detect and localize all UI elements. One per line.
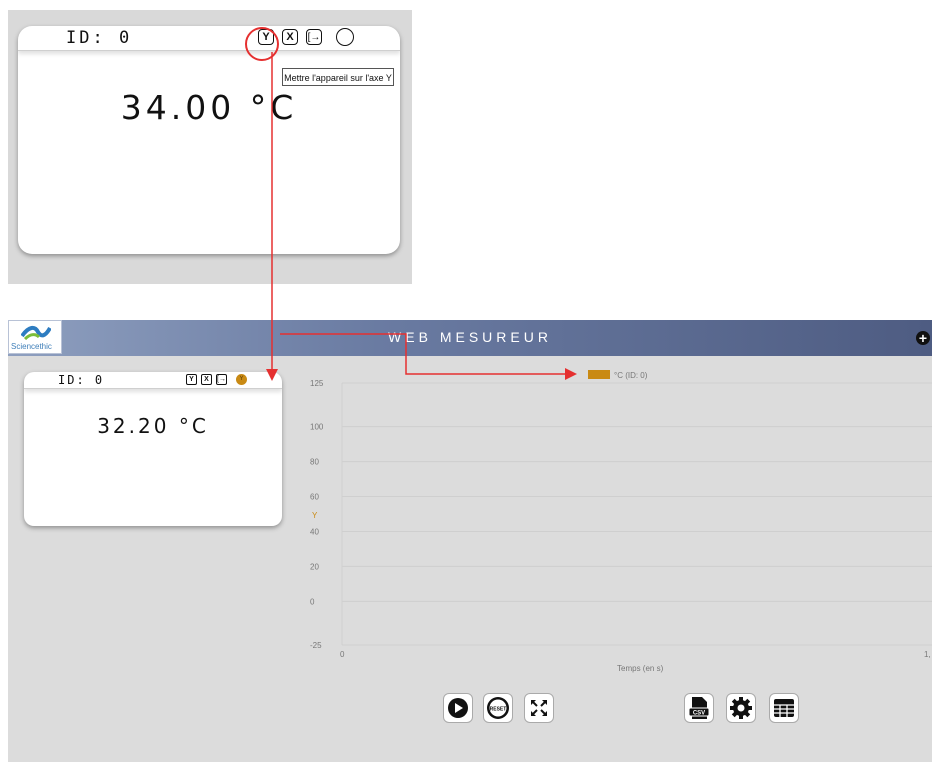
arrow-to-legend (280, 333, 577, 380)
annotation-arrows (266, 52, 577, 381)
